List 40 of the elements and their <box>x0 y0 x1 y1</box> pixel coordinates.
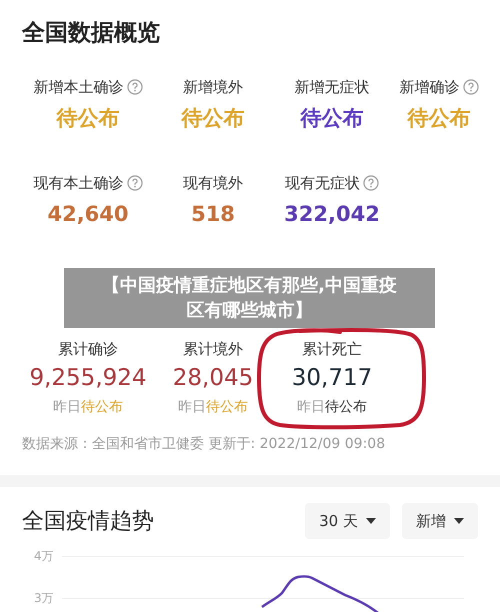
stat-label: 现有境外 <box>183 173 243 194</box>
sub-label: 昨日 <box>53 398 81 417</box>
sub-value: 待公布 <box>206 398 248 417</box>
stat-label: 现有本土确诊 <box>34 173 124 194</box>
sub-label: 昨日 <box>178 398 206 417</box>
stat-value: 518 <box>191 200 235 228</box>
help-icon[interactable] <box>462 79 478 96</box>
stat-value: 322,042 <box>284 200 380 228</box>
section-title: 全国疫情趋势 <box>22 508 155 536</box>
banner-text: 【中国疫情重症地区有那些,中国重疫区有哪些城市】 <box>101 274 398 323</box>
caret-icon <box>366 518 376 524</box>
stat-label: 现有无症状 <box>285 173 360 194</box>
caret-icon <box>454 518 464 524</box>
stat-value: 30,717 <box>292 364 372 392</box>
stat-label: 新增本土确诊 <box>34 77 124 98</box>
stat-value: 28,045 <box>172 364 254 392</box>
stat-value: 待公布 <box>408 104 470 132</box>
stat-value: 9,255,924 <box>29 364 147 392</box>
help-icon[interactable] <box>363 175 379 192</box>
dropdown-button[interactable]: 新增 <box>402 503 478 539</box>
stat-value: 待公布 <box>300 104 364 132</box>
stat-value: 待公布 <box>182 104 244 132</box>
stat-value: 待公布 <box>56 104 120 132</box>
stat-label: 新增境外 <box>183 77 243 98</box>
source-note: 数据来源：全国和省市卫健委 更新于: 2022/12/09 09:08 <box>21 435 386 454</box>
axis-label: 4万 <box>34 548 54 565</box>
section-title: 全国数据概览 <box>20 19 161 48</box>
help-icon[interactable] <box>126 79 142 96</box>
stat-label: 新增确诊 <box>400 77 460 98</box>
sub-value: 待公布 <box>81 398 123 417</box>
dropdown-button[interactable]: 30 天 <box>305 503 390 539</box>
stat-label: 新增无症状 <box>294 77 370 98</box>
sub-value: 待公布 <box>325 398 367 417</box>
stat-label: 累计境外 <box>183 339 243 360</box>
sub-label: 昨日 <box>297 398 325 417</box>
help-icon[interactable] <box>126 175 142 192</box>
stat-value: 42,640 <box>47 200 129 228</box>
axis-label: 3万 <box>34 590 54 607</box>
stat-label: 累计确诊 <box>58 339 118 360</box>
stat-label: 累计死亡 <box>302 339 362 360</box>
